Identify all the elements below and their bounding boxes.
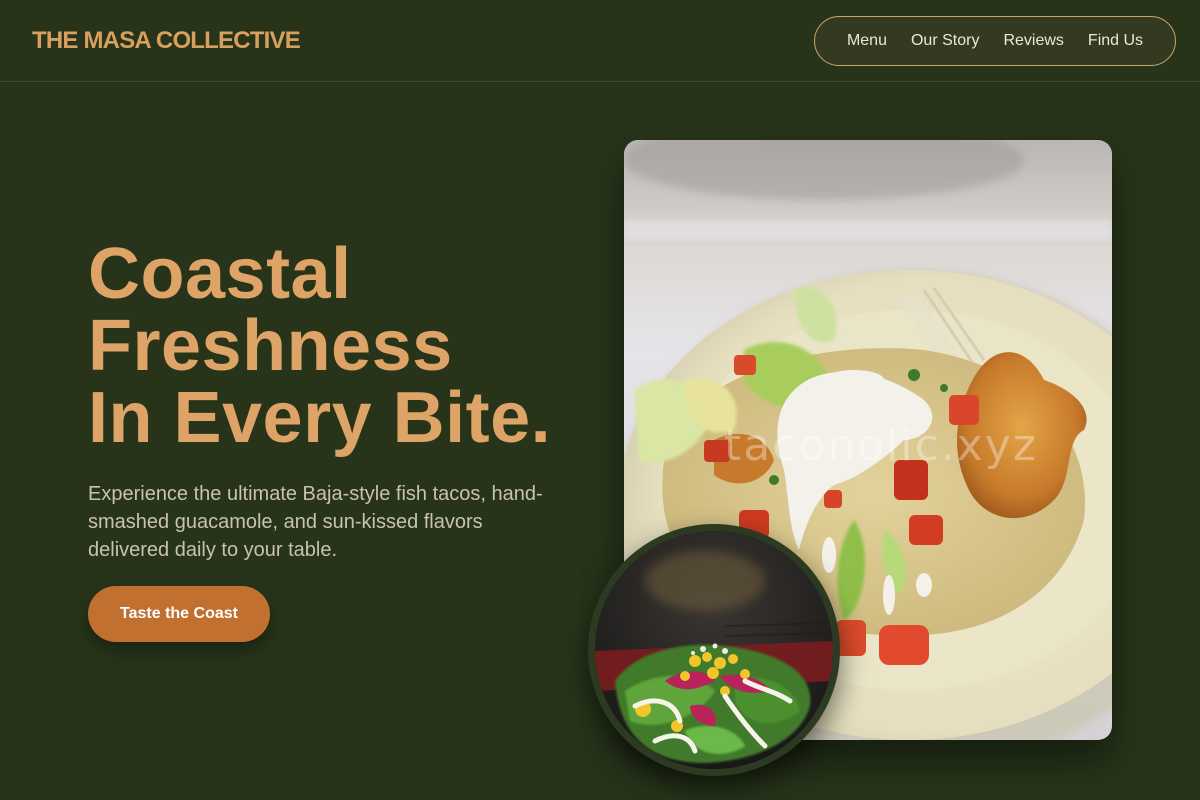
taco-salad-illustration (595, 531, 833, 769)
image-watermark: taconolic.xyz (724, 420, 1038, 471)
nav-link-reviews[interactable]: Reviews (1003, 32, 1063, 50)
hero-title-line-3: In Every Bite. (88, 378, 552, 458)
taste-the-coast-button[interactable]: Taste the Coast (88, 586, 270, 642)
site-header: THE MASA COLLECTIVE Menu Our Story Revie… (0, 0, 1200, 82)
brand-logo[interactable]: THE MASA COLLECTIVE (32, 27, 301, 55)
nav-link-menu[interactable]: Menu (847, 32, 887, 50)
hero-subtitle: Experience the ultimate Baja-style fish … (88, 483, 543, 561)
nav-link-find-us[interactable]: Find Us (1088, 32, 1143, 50)
hero-title: Coastal Freshness In Every Bite. (88, 238, 588, 454)
hero-title-line-1: Coastal (88, 234, 352, 314)
nav-link-our-story[interactable]: Our Story (911, 32, 979, 50)
main-nav: Menu Our Story Reviews Find Us (814, 16, 1176, 66)
hero-title-line-2: Freshness (88, 306, 453, 386)
page: THE MASA COLLECTIVE Menu Our Story Revie… (0, 0, 1200, 800)
taco-salad-photo (588, 524, 840, 776)
